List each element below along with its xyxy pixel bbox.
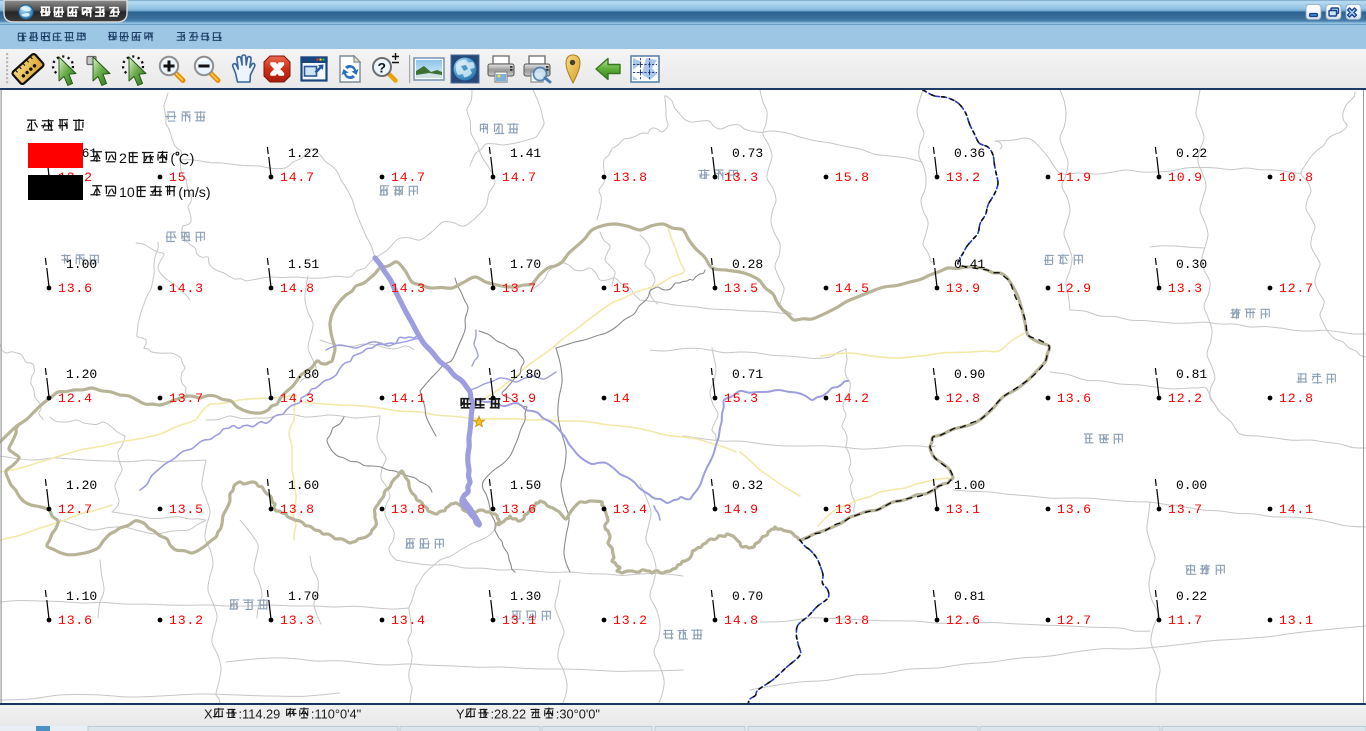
svg-text::30°0'0": :30°0'0" (556, 707, 600, 722)
svg-text::28.22: :28.22 (491, 707, 530, 722)
svg-text:Y: Y (456, 707, 465, 722)
svg-text::114.29: :114.29 (239, 707, 284, 722)
svg-text:X: X (204, 707, 213, 722)
svg-text::110°0'4": :110°0'4" (311, 707, 361, 722)
